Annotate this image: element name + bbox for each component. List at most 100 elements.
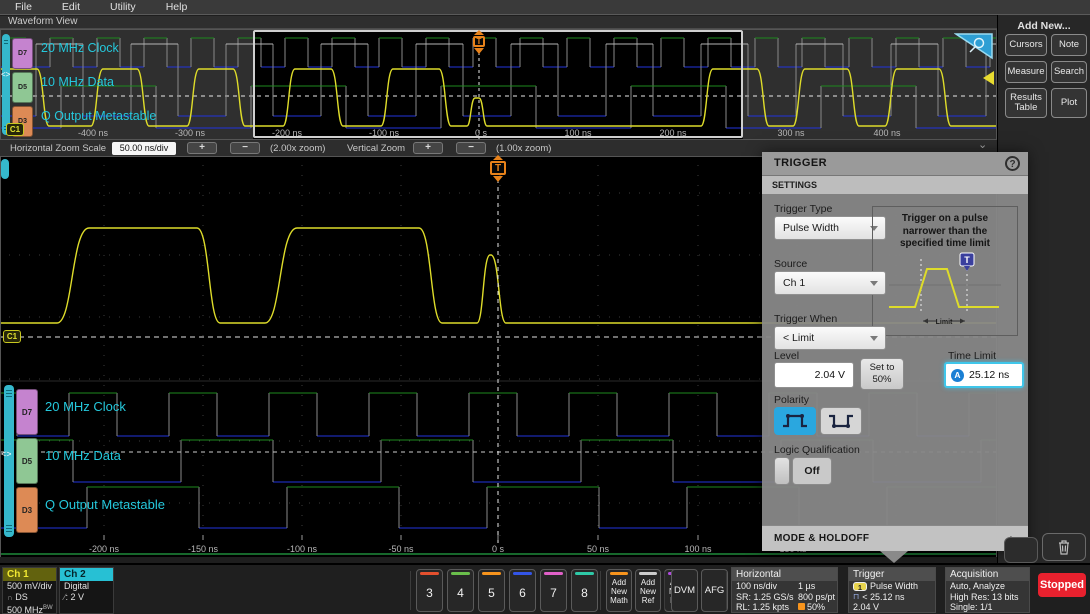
a-trigger-badge-icon: A xyxy=(951,368,964,382)
waveform-overview[interactable]: T -400 ns -300 ns -200 ns -100 ns 0 s 100 ns 20… xyxy=(0,29,997,140)
overview-axis-label: 0 s xyxy=(474,128,488,138)
channel-button-7[interactable]: 7 xyxy=(540,569,567,612)
main-trigger-flag-top-arrow xyxy=(493,155,503,160)
add-new-search-button[interactable]: Search xyxy=(1051,61,1087,83)
mode-holdoff-bar[interactable]: MODE & HOLDOFF › xyxy=(762,525,1028,551)
menu-item-file[interactable]: File xyxy=(0,1,47,13)
delete-trash-button[interactable] xyxy=(1042,533,1086,561)
horizontal-zoom-minus-button[interactable]: − xyxy=(230,142,260,154)
trigger-type-value: Pulse Width xyxy=(783,222,840,234)
chip-id-label: D3 xyxy=(21,505,33,515)
level-input[interactable]: 2.04 V xyxy=(774,362,854,388)
horizontal-zoom-scale-input[interactable]: 50.00 ns/div xyxy=(112,142,176,155)
set-to-50-button[interactable]: Set to 50% xyxy=(860,358,904,390)
handle-grip xyxy=(6,396,12,397)
overview-ch1-handle[interactable]: C1 xyxy=(6,123,24,136)
trigger-when-dropdown[interactable]: < Limit xyxy=(774,326,886,350)
dvm-button[interactable]: DVM xyxy=(671,569,698,612)
horizontal-badge[interactable]: Horizontal 100 ns/div 1 µs SR: 1.25 GS/s 800… xyxy=(731,567,838,613)
add-new-note-button[interactable]: Note xyxy=(1051,34,1087,56)
overview-channel-group-handle[interactable] xyxy=(2,34,10,135)
acquisition-badge[interactable]: Acquisition Auto, Analyze High Res: 13 bit… xyxy=(945,567,1030,613)
overview-channel-label-d5: 10 MHz Data xyxy=(41,75,114,89)
ch1-badge[interactable]: Ch 1 500 mV/div ∩ DS 500 MHzBW xyxy=(2,567,57,614)
chevron-down-icon xyxy=(870,281,878,286)
afg-button[interactable]: AFG xyxy=(701,569,728,612)
channel-button-5[interactable]: 5 xyxy=(478,569,505,612)
trigger-type-dropdown[interactable]: Pulse Width xyxy=(774,216,886,240)
trigger-panel-header: TRIGGER ? xyxy=(762,152,1028,176)
polarity-positive-button[interactable] xyxy=(774,407,816,435)
waveform-view-tab[interactable]: Waveform View xyxy=(0,16,997,29)
ch2-badge[interactable]: Ch 2 Digital ∕: 2 V xyxy=(59,567,114,614)
channel-color-stripe xyxy=(420,572,439,575)
trigger-badge[interactable]: Trigger 1 Pulse Width ⊓ < 25.12 ns 2.04 V xyxy=(848,567,936,613)
channel-button-label: 3 xyxy=(426,585,433,600)
main-ch1-group-handle[interactable] xyxy=(1,159,9,179)
axis-tick xyxy=(697,535,699,540)
horizontal-zoom-plus-button[interactable]: + xyxy=(187,142,217,154)
handle-grip xyxy=(6,525,12,526)
channel-button-3[interactable]: 3 xyxy=(416,569,443,612)
digital-channel-chip-d7[interactable]: D7 xyxy=(16,389,38,435)
svg-text:T: T xyxy=(964,255,970,265)
ch1-bandwidth: 500 MHzBW xyxy=(3,603,56,614)
horizontal-cell: 50% xyxy=(807,602,826,612)
add-new-ref-button[interactable]: Add New Ref xyxy=(635,569,661,612)
draw-zoom-box-icon[interactable] xyxy=(954,32,994,60)
source-dropdown[interactable]: Ch 1 xyxy=(774,271,886,295)
stopped-button[interactable]: Stopped xyxy=(1038,573,1086,597)
add-new-cursors-button[interactable]: Cursors xyxy=(1005,34,1047,56)
diagram-limit-label: Limit xyxy=(936,319,953,326)
menu-item-utility[interactable]: Utility xyxy=(95,1,151,13)
overview-channel-label-d3: Q Output Metastable xyxy=(41,109,157,123)
handle-grip xyxy=(4,43,8,44)
ch2-badge-title: Ch 2 xyxy=(60,568,113,581)
zoom-tool-button[interactable] xyxy=(1004,537,1038,563)
horizontal-row: 100 ns/div 1 µs xyxy=(732,581,837,592)
add-new-results-table-button[interactable]: Results Table xyxy=(1005,88,1047,118)
digital-channel-chip-d3[interactable]: D3 xyxy=(16,487,38,533)
settings-section-header: SETTINGS xyxy=(762,176,1028,194)
channel-button-8[interactable]: 8 xyxy=(571,569,598,612)
overview-channel-chip-d5[interactable]: D5 xyxy=(12,72,33,103)
horizontal-cell: 1 µs xyxy=(798,581,816,591)
logic-qualification-toggle[interactable] xyxy=(774,457,790,485)
time-limit-input[interactable]: A 25.12 ns xyxy=(944,362,1024,388)
help-icon[interactable]: ? xyxy=(1005,156,1020,171)
main-trigger-flag[interactable]: T xyxy=(490,161,506,175)
overview-trigger-flag[interactable]: T xyxy=(472,36,486,47)
channel-button-4[interactable]: 4 xyxy=(447,569,474,612)
main-trigger-flag-tail xyxy=(493,176,503,182)
trash-icon xyxy=(1059,540,1069,555)
ch2-mode: Digital xyxy=(64,581,90,591)
add-new-math-button[interactable]: Add New Math xyxy=(606,569,632,612)
overview-channel-chip-d7[interactable]: D7 xyxy=(12,38,33,69)
add-new-button-line: Add xyxy=(640,578,656,587)
menu-item-edit[interactable]: Edit xyxy=(47,1,95,13)
polarity-negative-button[interactable] xyxy=(820,407,862,435)
logic-qualification-label: Logic Qualification xyxy=(774,444,860,456)
vertical-zoom-plus-button[interactable]: + xyxy=(413,142,443,154)
acquisition-row: Single: 1/1 xyxy=(950,602,993,612)
channel-color-stripe xyxy=(544,572,563,575)
add-new-plot-button[interactable]: Plot xyxy=(1051,88,1087,118)
digital-channel-chip-d5[interactable]: D5 xyxy=(16,438,38,484)
channel-color-stripe xyxy=(482,572,501,575)
overview-axis-label: 200 ns xyxy=(659,128,687,138)
add-new-button-line: New xyxy=(639,587,656,597)
main-ch1-handle[interactable]: C1 xyxy=(3,330,21,343)
digital-channel-group-handle[interactable] xyxy=(4,385,14,537)
divider xyxy=(726,571,727,610)
vertical-zoom-minus-button[interactable]: − xyxy=(456,142,486,154)
collapse-chevron-icon[interactable]: ⌄ xyxy=(978,138,987,151)
logic-qualification-off-button[interactable]: Off xyxy=(792,457,832,485)
main-axis-label: 50 ns xyxy=(586,544,610,554)
overview-trigger-flag-top-arrow xyxy=(474,30,484,35)
channel-button-6[interactable]: 6 xyxy=(509,569,536,612)
add-new-measure-button[interactable]: Measure xyxy=(1005,61,1047,83)
menu-item-help[interactable]: Help xyxy=(151,1,203,13)
add-new-button-line: Math xyxy=(610,596,628,606)
channel-color-stripe xyxy=(575,572,594,575)
digital-expand-icon: <> xyxy=(1,449,12,459)
